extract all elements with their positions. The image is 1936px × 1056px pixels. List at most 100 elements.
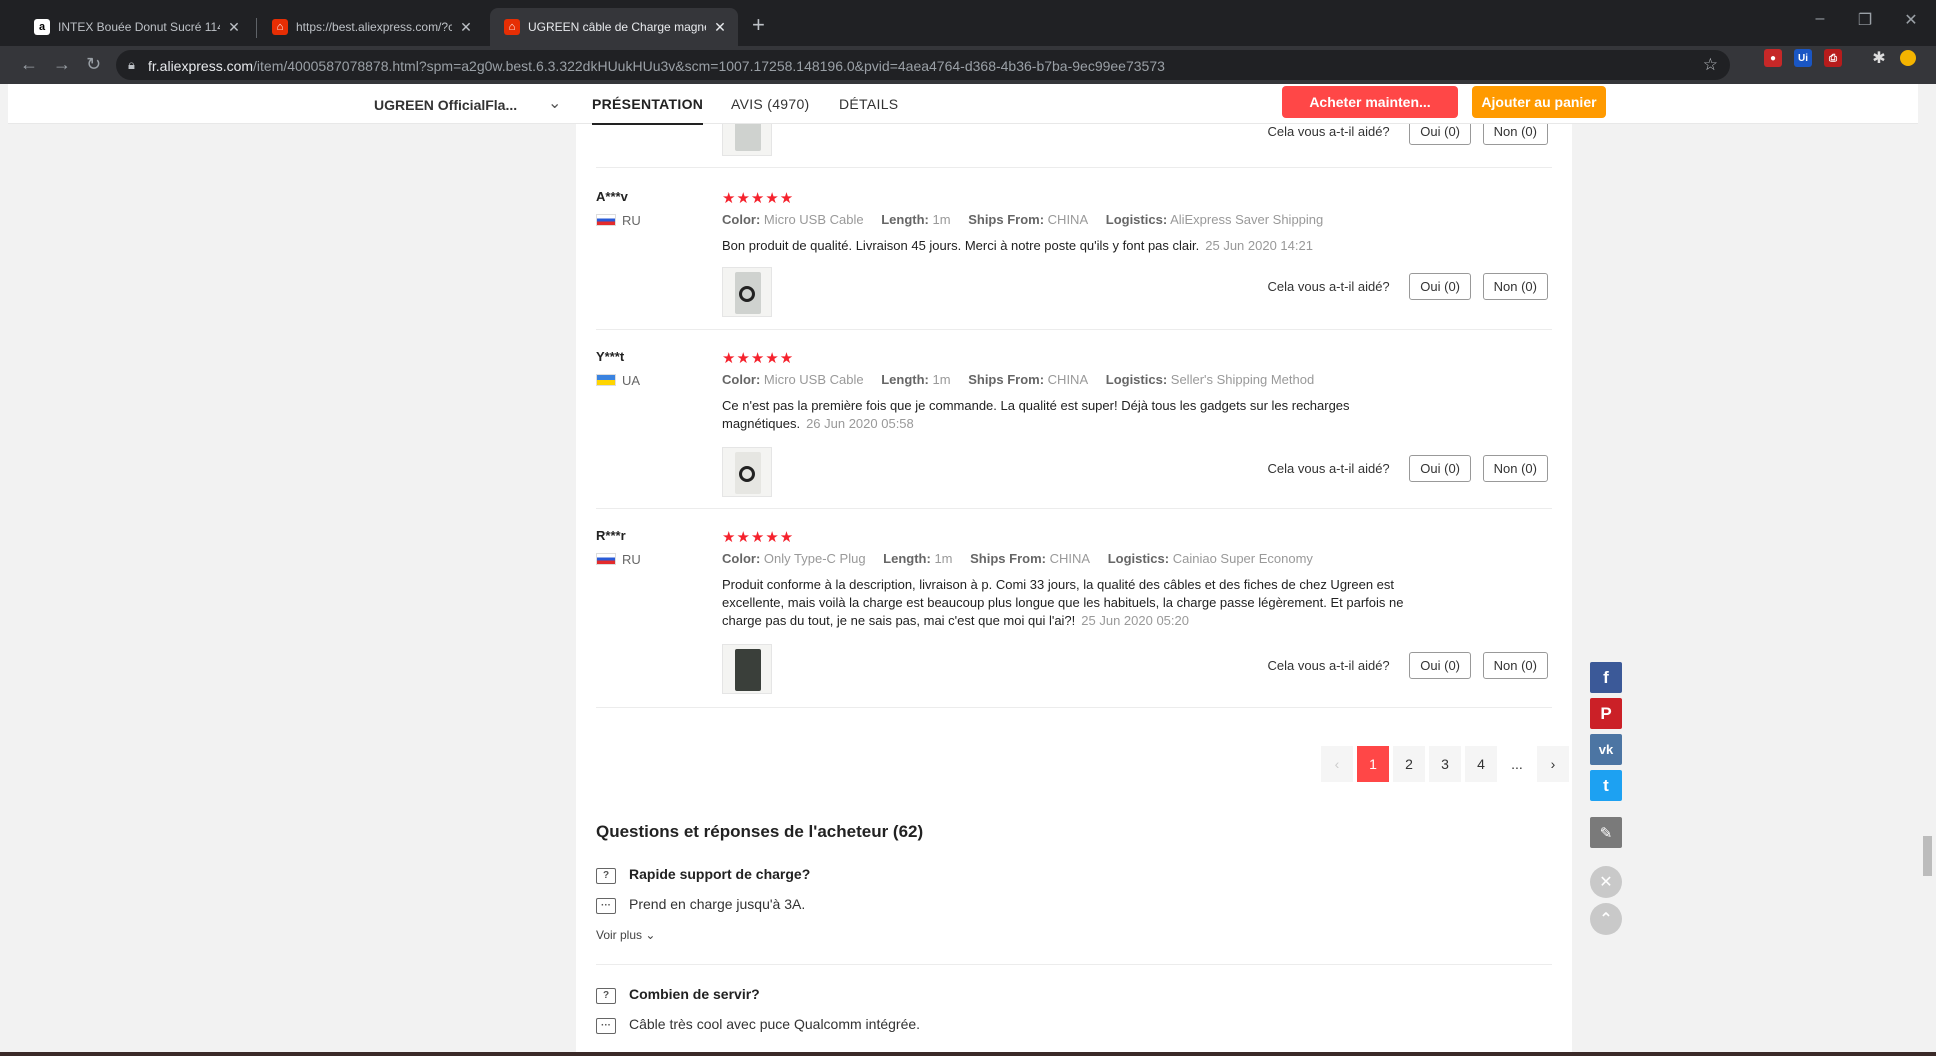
tab-separator: [256, 18, 257, 38]
qa-divider: [596, 964, 1552, 965]
close-circle-icon[interactable]: ✕: [1590, 866, 1622, 898]
review-divider: [596, 508, 1552, 509]
see-more-label: Voir plus: [596, 928, 643, 942]
page-button[interactable]: 1: [1357, 746, 1389, 782]
facebook-share-icon[interactable]: f: [1590, 662, 1622, 693]
prev-page-button[interactable]: ‹: [1321, 746, 1353, 782]
new-tab-icon[interactable]: +: [752, 14, 765, 36]
tab-aliexpress-home[interactable]: ⌂ https://best.aliexpress.com/?cv=... ✕: [258, 8, 484, 46]
back-icon[interactable]: ←: [20, 54, 38, 74]
qa-title: Questions et réponses de l'acheteur (62): [596, 822, 924, 841]
page-button[interactable]: 2: [1393, 746, 1425, 782]
browser-toolbar: ← → ↻ 🔒︎ fr.aliexpress.com/item/40005870…: [0, 46, 1936, 84]
scroll-to-top-icon[interactable]: ⌃: [1590, 903, 1622, 935]
review-photo[interactable]: [722, 447, 772, 497]
close-tab-icon[interactable]: ✕: [226, 19, 242, 36]
attr-key: Logistics:: [1107, 551, 1170, 566]
reviewer-name: A***v: [596, 189, 628, 204]
close-tab-icon[interactable]: ✕: [712, 19, 728, 36]
product-package-icon: [735, 649, 761, 691]
cable-coil-icon: [739, 466, 755, 482]
helpful-vote: Cela vous a-t-il aidé? Oui (0) Non (0): [1268, 652, 1548, 679]
forward-icon[interactable]: →: [53, 54, 71, 74]
see-more-link[interactable]: Voir plus ⌄: [596, 928, 655, 942]
close-window-icon[interactable]: ✕: [1896, 10, 1926, 30]
extension-adblock-icon[interactable]: ●: [1764, 49, 1782, 67]
chevron-down-icon: ⌄: [645, 928, 656, 942]
vertical-scrollbar[interactable]: [1919, 84, 1936, 1056]
qa-answer: Prend en charge jusqu'à 3A.: [629, 896, 806, 912]
review-date: 25 Jun 2020 05:20: [1081, 613, 1189, 628]
attr-key: Length:: [881, 212, 929, 227]
pinterest-share-icon[interactable]: P: [1590, 698, 1622, 729]
attr-key: Ships From:: [970, 551, 1046, 566]
review-text: Ce n'est pas la première fois que je com…: [722, 397, 1442, 433]
chevron-down-icon[interactable]: ⌄: [548, 93, 561, 113]
buy-now-button[interactable]: Acheter mainten...: [1282, 86, 1458, 118]
flag-ukraine-icon: [596, 374, 616, 386]
tab-presentation[interactable]: PRÉSENTATION: [592, 96, 704, 125]
attr-value: Cainiao Super Economy: [1172, 551, 1313, 566]
url-text[interactable]: fr.aliexpress.com/item/4000587078878.htm…: [148, 58, 1165, 74]
page-button[interactable]: 4: [1465, 746, 1497, 782]
profile-avatar-icon[interactable]: [1900, 50, 1916, 66]
lock-icon: 🔒︎: [128, 57, 135, 72]
vote-no-button[interactable]: Non (0): [1482, 273, 1548, 300]
attr-value: CHINA: [1047, 212, 1089, 227]
question-icon: ?: [596, 868, 616, 884]
extension-pdf-icon[interactable]: ⎙: [1824, 49, 1842, 67]
attr-value: 1m: [932, 372, 951, 387]
extension-ui-icon[interactable]: Ui: [1794, 49, 1812, 67]
add-to-cart-button[interactable]: Ajouter au panier: [1472, 86, 1606, 118]
tab-details[interactable]: DÉTAILS: [839, 96, 898, 112]
attr-value: AliExpress Saver Shipping: [1170, 212, 1324, 227]
vk-share-icon[interactable]: vk: [1590, 734, 1622, 765]
restore-icon[interactable]: ❐: [1850, 10, 1880, 30]
review-divider: [596, 167, 1552, 168]
attr-value: 1m: [934, 551, 953, 566]
aliexpress-favicon-icon: ⌂: [504, 19, 520, 35]
reload-icon[interactable]: ↻: [86, 54, 101, 74]
attr-key: Logistics:: [1105, 372, 1168, 387]
extensions-puzzle-icon[interactable]: ✱: [1870, 49, 1888, 67]
vote-yes-button[interactable]: Oui (0): [1409, 652, 1472, 679]
scrollbar-thumb[interactable]: [1923, 836, 1932, 876]
aliexpress-favicon-icon: ⌂: [272, 19, 288, 35]
helpful-vote: Cela vous a-t-il aidé? Oui (0) Non (0): [1268, 455, 1548, 482]
review-photo[interactable]: [722, 644, 772, 694]
reviews-card: Cela vous a-t-il aidé? Oui (0) Non (0) A…: [576, 104, 1572, 868]
edit-icon[interactable]: ✎: [1590, 817, 1622, 848]
bookmark-star-icon[interactable]: ☆: [1703, 55, 1718, 75]
star-rating: ★★★★★: [722, 190, 795, 207]
tab-intex[interactable]: a INTEX Bouée Donut Sucré 114 cm ✕: [20, 8, 252, 46]
review-attributes: Color: Micro USB Cable Length: 1m Ships …: [722, 372, 1314, 387]
minimize-icon[interactable]: –: [1805, 10, 1835, 28]
review-divider: [596, 707, 1552, 708]
review-item: R***r RU ★★★★★ Color: Only Type-C Plug L…: [596, 528, 1552, 708]
vote-no-button[interactable]: Non (0): [1482, 455, 1548, 482]
review-text: Produit conforme à la description, livra…: [722, 576, 1442, 630]
page-button[interactable]: 3: [1429, 746, 1461, 782]
next-page-button[interactable]: ›: [1537, 746, 1569, 782]
amazon-favicon-icon: a: [34, 19, 50, 35]
review-photo[interactable]: [722, 267, 772, 317]
vote-yes-button[interactable]: Oui (0): [1409, 455, 1472, 482]
address-bar[interactable]: 🔒︎ fr.aliexpress.com/item/4000587078878.…: [116, 50, 1730, 80]
url-path: /item/4000587078878.html?spm=a2g0w.best.…: [253, 58, 1165, 74]
url-host: fr.aliexpress.com: [148, 58, 254, 74]
attr-value: CHINA: [1047, 372, 1089, 387]
attr-value: 1m: [932, 212, 951, 227]
attr-key: Color:: [722, 212, 761, 227]
close-tab-icon[interactable]: ✕: [458, 19, 474, 36]
review-body: Produit conforme à la description, livra…: [722, 577, 1404, 628]
review-attributes: Color: Only Type-C Plug Length: 1m Ships…: [722, 551, 1313, 566]
tab-ugreen-active[interactable]: ⌂ UGREEN câble de Charge magné... ✕: [490, 8, 738, 46]
vote-no-button[interactable]: Non (0): [1482, 652, 1548, 679]
review-item: A***v RU ★★★★★ Color: Micro USB Cable Le…: [596, 189, 1552, 329]
tab-reviews[interactable]: AVIS (4970): [731, 96, 810, 112]
twitter-share-icon[interactable]: t: [1590, 770, 1622, 801]
store-name[interactable]: UGREEN OfficialFla...: [374, 97, 517, 113]
reviewer-name: Y***t: [596, 349, 625, 364]
vote-yes-button[interactable]: Oui (0): [1409, 273, 1472, 300]
question-icon: ?: [596, 988, 616, 1004]
